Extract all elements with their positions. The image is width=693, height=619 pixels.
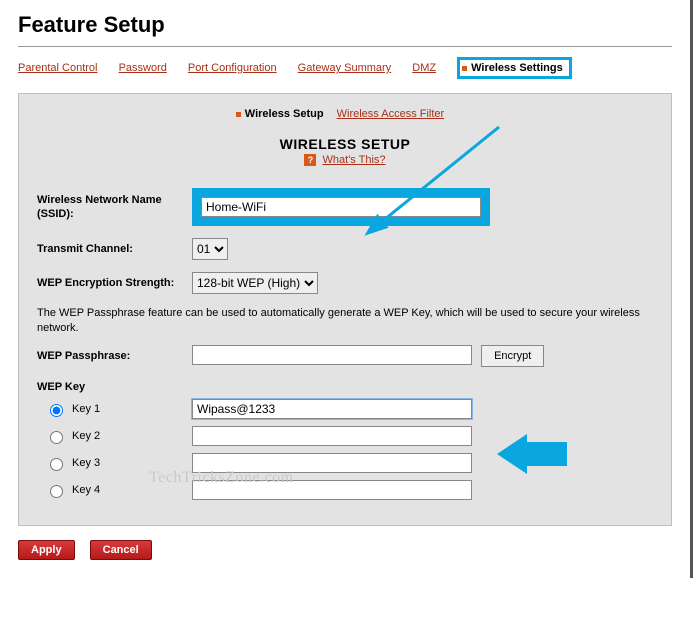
key2-input[interactable] [192,426,472,446]
wep-strength-label: WEP Encryption Strength: [37,276,192,290]
channel-label: Transmit Channel: [37,242,192,256]
subtab-wireless-setup[interactable]: Wireless Setup [236,108,324,120]
passphrase-input[interactable] [192,345,472,365]
passphrase-label: WEP Passphrase: [37,349,192,363]
key2-label: Key 2 [72,430,100,442]
annotation-highlight-tab: Wireless Settings [457,57,572,79]
wep-passphrase-note: The WEP Passphrase feature can be used t… [37,306,653,337]
divider [18,46,672,47]
wireless-subtabs: Wireless Setup Wireless Access Filter [37,108,653,120]
annotation-highlight-ssid [192,188,490,226]
ssid-label: Wireless Network Name (SSID): [37,193,192,222]
section-heading: WIRELESS SETUP [37,136,653,152]
whats-this-row: ? What's This? [37,154,653,166]
tab-dmz[interactable]: DMZ [412,62,436,74]
key3-input[interactable] [192,453,472,473]
channel-select[interactable]: 01 [192,238,228,260]
key1-radio[interactable] [50,404,63,417]
wep-key-block: WEP Key Key 1 Key 2 [37,381,653,500]
tab-parental-control[interactable]: Parental Control [18,62,98,74]
tab-password[interactable]: Password [119,62,167,74]
key3-radio[interactable] [50,458,63,471]
encrypt-button[interactable]: Encrypt [481,345,544,367]
tab-wireless-settings[interactable]: Wireless Settings [462,62,563,74]
action-buttons: Apply Cancel [18,540,672,560]
subtab-wireless-access-filter[interactable]: Wireless Access Filter [337,108,445,120]
ssid-input[interactable] [201,197,481,217]
feature-tabs: Parental Control Password Port Configura… [18,53,672,89]
wep-strength-select[interactable]: 128-bit WEP (High) [192,272,318,294]
whats-this-link[interactable]: What's This? [323,154,386,166]
key4-input[interactable] [192,480,472,500]
cancel-button[interactable]: Cancel [90,540,152,560]
question-icon: ? [304,154,316,166]
key3-label: Key 3 [72,457,100,469]
key1-input[interactable] [192,399,472,419]
wep-key-header: WEP Key [37,381,653,393]
key1-label: Key 1 [72,403,100,415]
page-title: Feature Setup [18,12,672,38]
apply-button[interactable]: Apply [18,540,75,560]
key2-radio[interactable] [50,431,63,444]
wireless-panel: Wireless Setup Wireless Access Filter WI… [18,93,672,526]
key4-label: Key 4 [72,484,100,496]
tab-port-configuration[interactable]: Port Configuration [188,62,277,74]
tab-gateway-summary[interactable]: Gateway Summary [298,62,392,74]
key4-radio[interactable] [50,485,63,498]
